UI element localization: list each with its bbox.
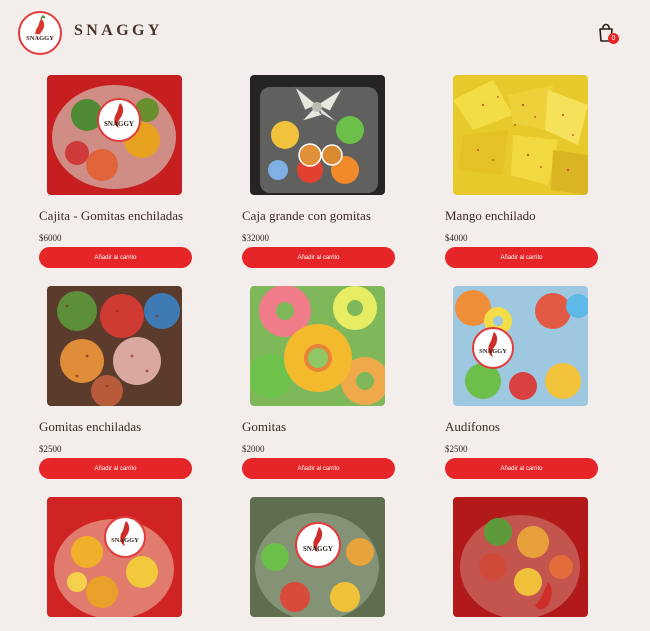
add-to-cart-button[interactable]: Añadir al carrito [242, 458, 395, 479]
product-title[interactable]: Cajita - Gomitas enchiladas [39, 208, 204, 224]
product-card: Mango enchilado $4000 Añadir al carrito [445, 75, 605, 295]
product-card: SNAGGY [39, 497, 199, 631]
product-card: Gomitas enchiladas $2500 Añadir al carri… [39, 286, 199, 506]
product-card: SNAGGY [242, 497, 402, 631]
product-price: $32000 [242, 233, 269, 243]
add-to-cart-button[interactable]: Añadir al carrito [242, 247, 395, 268]
product-title[interactable]: Gomitas [242, 419, 407, 435]
product-price: $6000 [39, 233, 62, 243]
product-title[interactable]: Audífonos [445, 419, 610, 435]
product-price: $2000 [242, 444, 265, 454]
product-image[interactable] [250, 286, 385, 406]
product-image[interactable] [453, 75, 588, 195]
product-card: Gomitas $2000 Añadir al carrito [242, 286, 402, 506]
product-image[interactable] [453, 497, 588, 617]
product-card: SNAGGY Audífonos $2500 Añadir al carrito [445, 286, 605, 506]
product-card [445, 497, 605, 631]
product-price: $4000 [445, 233, 468, 243]
product-title[interactable]: Mango enchilado [445, 208, 610, 224]
svg-text:SNAGGY: SNAGGY [303, 545, 333, 553]
add-to-cart-button[interactable]: Añadir al carrito [445, 247, 598, 268]
product-image[interactable] [47, 286, 182, 406]
product-title[interactable]: Gomitas enchiladas [39, 419, 204, 435]
add-to-cart-button[interactable]: Añadir al carrito [39, 458, 192, 479]
product-card: Caja grande con gomitas $32000 Añadir al… [242, 75, 402, 295]
svg-text:SNAGGY: SNAGGY [479, 348, 507, 355]
add-to-cart-button[interactable]: Añadir al carrito [445, 458, 598, 479]
svg-text:SNAGGY: SNAGGY [111, 537, 139, 544]
product-image[interactable]: SNAGGY [47, 75, 182, 195]
add-to-cart-button[interactable]: Añadir al carrito [39, 247, 192, 268]
product-title[interactable]: Caja grande con gomitas [242, 208, 407, 224]
product-grid: SNAGGY Cajita - Gomitas enchiladas $6000… [0, 0, 650, 631]
product-price: $2500 [39, 444, 62, 454]
product-image[interactable]: SNAGGY [453, 286, 588, 406]
product-image[interactable] [250, 75, 385, 195]
product-image[interactable]: SNAGGY [250, 497, 385, 617]
product-price: $2500 [445, 444, 468, 454]
svg-text:SNAGGY: SNAGGY [104, 120, 134, 128]
product-image[interactable]: SNAGGY [47, 497, 182, 617]
product-card: SNAGGY Cajita - Gomitas enchiladas $6000… [39, 75, 199, 295]
